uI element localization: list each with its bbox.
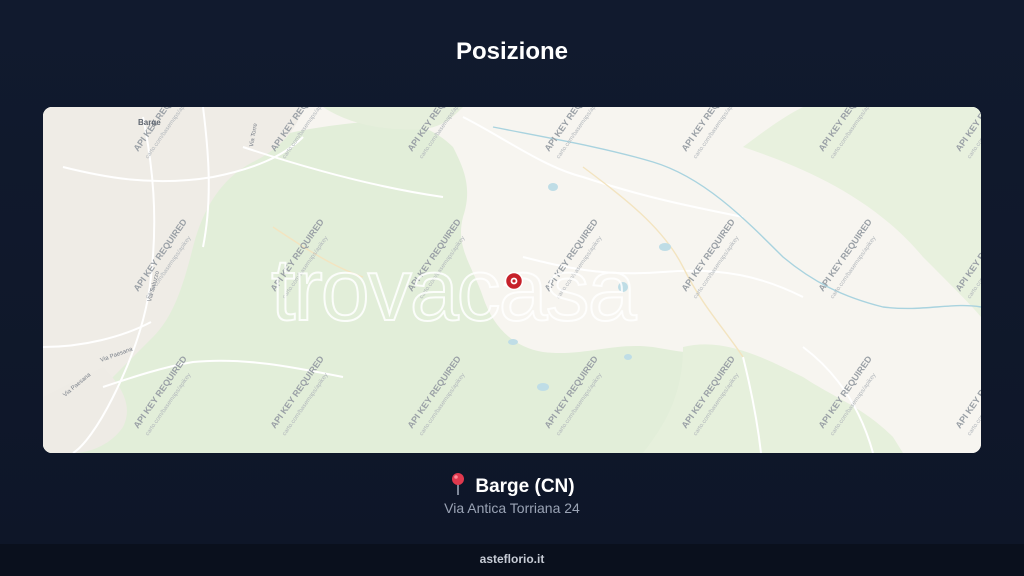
map-canvas[interactable]: API KEY REQUIRED API KEY REQUIRED API KE…	[43, 107, 981, 453]
location-name-row: Barge (CN)	[0, 472, 1024, 498]
footer-brand[interactable]: asteflorio.it	[480, 552, 545, 566]
town-label: Barge	[138, 118, 161, 127]
location-name: Barge (CN)	[475, 476, 575, 497]
marker-dot	[512, 279, 516, 283]
location-address: Via Antica Torriana 24	[444, 500, 580, 516]
logo-watermark: trovacasa	[271, 240, 637, 339]
round-pushpin-icon	[449, 472, 467, 496]
footer: asteflorio.it	[0, 544, 1024, 576]
map-view[interactable]: API KEY REQUIRED API KEY REQUIRED API KE…	[43, 107, 981, 453]
page-title: Posizione	[455, 38, 569, 65]
location-marker[interactable]	[504, 271, 524, 291]
